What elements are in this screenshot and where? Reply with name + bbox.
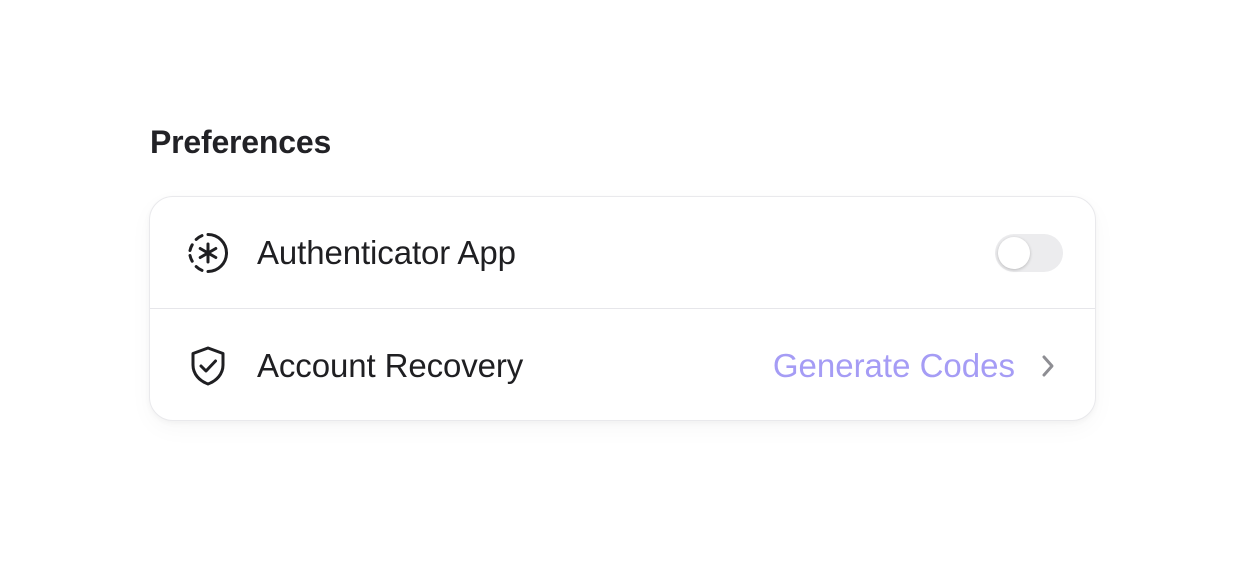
preferences-card: Authenticator App Account Recovery Gener… xyxy=(149,196,1096,421)
authenticator-app-label: Authenticator App xyxy=(257,234,516,271)
shield-check-icon xyxy=(186,344,230,388)
generate-codes-link[interactable]: Generate Codes xyxy=(773,347,1015,385)
authenticator-app-toggle[interactable] xyxy=(995,234,1063,272)
toggle-knob xyxy=(998,237,1030,269)
row-account-recovery[interactable]: Account Recovery Generate Codes xyxy=(150,309,1095,420)
row-authenticator-app[interactable]: Authenticator App xyxy=(150,197,1095,309)
account-recovery-label: Account Recovery xyxy=(257,346,524,384)
dashed-circle-asterisk-icon xyxy=(186,231,230,275)
section-title: Preferences xyxy=(150,124,332,160)
chevron-right-icon[interactable] xyxy=(1037,351,1059,381)
